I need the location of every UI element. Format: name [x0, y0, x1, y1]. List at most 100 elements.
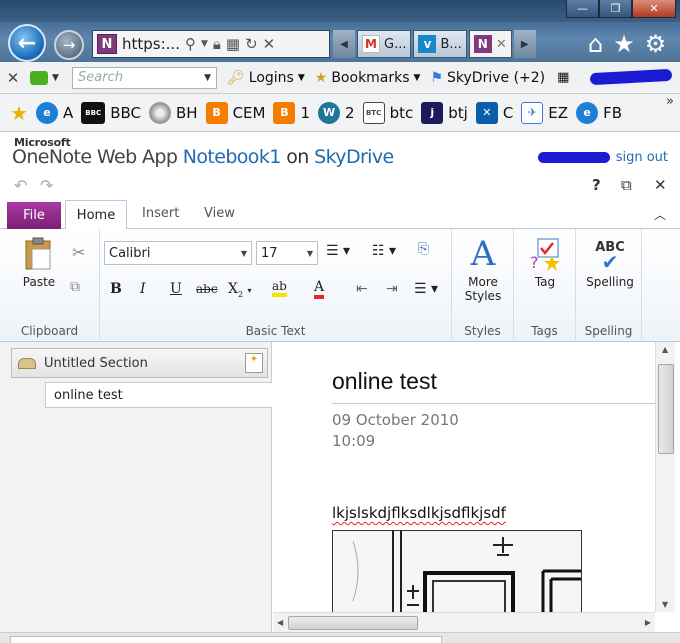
notebook-link[interactable]: Notebook1	[183, 146, 282, 168]
copy-icon[interactable]: ⧉	[70, 279, 80, 295]
dropdown-icon[interactable]: ▼	[201, 39, 208, 49]
calendar-icon[interactable]: ▦	[557, 70, 569, 85]
italic-icon[interactable]: I	[140, 281, 146, 297]
skydrive-link[interactable]: SkyDrive	[314, 146, 394, 168]
more-styles-button[interactable]: A More Styles	[458, 234, 508, 303]
favorite-item[interactable]: ✕ C	[475, 101, 513, 124]
favorite-item[interactable]: e FB	[576, 101, 622, 124]
favorites-star-icon[interactable]: ★	[613, 30, 635, 58]
popout-icon[interactable]: ⧉	[621, 176, 632, 194]
scroll-up-icon[interactable]: ▲	[662, 345, 668, 354]
numbering-icon[interactable]: ☷ ▾	[372, 243, 396, 259]
compat-view-icon[interactable]: ▦	[226, 35, 240, 53]
bold-icon[interactable]: B	[110, 281, 122, 297]
favorite-item[interactable]: B1	[273, 101, 310, 124]
close-window-button[interactable]: ✕	[632, 0, 676, 18]
address-text[interactable]: https:...	[122, 35, 180, 53]
page-canvas[interactable]: online test 09 October 2010 10:09 lkjsls…	[273, 342, 655, 632]
favorite-label: A	[62, 103, 74, 122]
close-toolbar-icon[interactable]: ✕	[0, 69, 26, 87]
tab-scroll-right-icon[interactable]: ▶	[513, 30, 536, 58]
paste-button[interactable]: Paste	[14, 237, 64, 289]
page-title[interactable]: online test	[332, 368, 437, 395]
increase-indent-icon[interactable]: ⇥	[386, 281, 398, 297]
page-time: 10:09	[332, 432, 376, 450]
sign-out-link[interactable]: sign out	[616, 150, 668, 165]
tab-file[interactable]: File	[7, 202, 61, 229]
styles-quick-icon[interactable]: ⎘	[418, 241, 429, 257]
tab-insert[interactable]: Insert	[142, 206, 179, 221]
cut-icon[interactable]: ✂	[72, 243, 85, 262]
forward-arrow-icon: →	[62, 36, 76, 54]
tab-home[interactable]: Home	[65, 200, 127, 230]
favorite-item[interactable]: ✈ EZ	[521, 101, 568, 124]
redo-icon[interactable]: ↷	[40, 176, 53, 195]
spelling-label: Spelling	[586, 275, 634, 289]
ribbon-tabs: File Home Insert View ︿	[0, 200, 680, 230]
close-icon[interactable]: ✕	[654, 176, 667, 194]
search-input[interactable]: Search ▼	[72, 66, 217, 89]
add-favorite-star-icon[interactable]: ★	[10, 101, 28, 125]
address-bar[interactable]: N https:... ⚲ ▼ 🔒︎ ▦ ↻ ✕	[92, 30, 330, 58]
tab-scroll-left-icon[interactable]: ◀	[333, 30, 355, 58]
scroll-right-icon[interactable]: ▶	[645, 618, 651, 627]
decrease-indent-icon[interactable]: ⇤	[356, 281, 368, 297]
favorite-item[interactable]: BTC btc	[362, 101, 413, 124]
chevron-down-icon[interactable]: ▼	[52, 73, 66, 83]
horizontal-scroll-thumb[interactable]	[288, 616, 418, 630]
home-icon[interactable]: ⌂	[588, 30, 603, 58]
font-color-icon[interactable]: A	[314, 279, 325, 299]
vertical-scrollbar[interactable]: ▲ ▼	[655, 342, 675, 612]
more-favorites-icon[interactable]: »	[666, 94, 674, 109]
search-icon[interactable]: ⚲	[185, 35, 196, 53]
tab-label: B...	[440, 36, 462, 52]
gear-icon[interactable]: ⚙	[645, 30, 667, 58]
page-body-text[interactable]: lkjslskdjflksdlkjsdflkjsdf	[332, 504, 506, 522]
forward-button[interactable]: →	[54, 30, 84, 60]
help-icon[interactable]: ?	[592, 176, 601, 194]
favorite-item[interactable]: B CEM	[205, 101, 265, 124]
minimize-button[interactable]: —	[566, 0, 599, 18]
horizontal-scrollbar[interactable]: ◀ ▶	[273, 612, 655, 632]
subscript-icon[interactable]: X2 ▾	[228, 281, 252, 299]
tab-close-icon[interactable]: ✕	[496, 37, 507, 52]
chevron-down-icon[interactable]: ▼	[204, 73, 211, 83]
stop-icon[interactable]: ✕	[263, 35, 276, 53]
undo-icon[interactable]: ↶	[14, 176, 27, 195]
logins-menu[interactable]: 🔑︎ Logins ▼	[227, 70, 305, 86]
refresh-icon[interactable]: ↻	[245, 35, 258, 53]
highlight-icon[interactable]: ab	[272, 279, 287, 297]
back-button[interactable]: ←	[8, 24, 46, 62]
maximize-button[interactable]: ❐	[599, 0, 632, 18]
favorite-item[interactable]: eA	[35, 101, 74, 124]
tab-gmail[interactable]: M G...	[357, 30, 412, 58]
font-size-select[interactable]: 17 ▼	[256, 241, 318, 265]
section-tab[interactable]: Untitled Section ✦	[11, 348, 268, 378]
collapse-ribbon-icon[interactable]: ︿	[654, 206, 666, 223]
favorite-item[interactable]: BBC BBC	[81, 101, 141, 124]
bookmarks-menu[interactable]: ★ Bookmarks ▼	[315, 70, 421, 86]
font-name-select[interactable]: Calibri ▼	[104, 241, 252, 265]
tab-blog[interactable]: v B...	[413, 30, 467, 58]
spelling-button[interactable]: ABC ✔ Spelling	[582, 237, 638, 290]
favorite-item[interactable]: W2	[318, 101, 355, 124]
page-list-item[interactable]: online test	[45, 382, 272, 408]
command-bar: ✕ ▼ Search ▼ 🔑︎ Logins ▼ ★ Bookmarks ▼ ⚑…	[0, 62, 680, 94]
underline-icon[interactable]: U	[170, 281, 182, 297]
new-page-icon[interactable]: ✦	[245, 353, 263, 373]
vertical-scroll-thumb[interactable]	[658, 364, 674, 454]
tab-onenote[interactable]: N ✕	[468, 30, 512, 58]
favorite-item[interactable]: j btj	[421, 101, 468, 124]
skydrive-menu[interactable]: ⚑ SkyDrive (+2)	[430, 70, 545, 86]
align-icon[interactable]: ☰ ▾	[414, 281, 438, 297]
tag-button[interactable]: ? Tag	[520, 237, 570, 289]
chevron-down-icon: ▼	[413, 72, 421, 83]
tab-view[interactable]: View	[204, 206, 235, 221]
toolbar-logo-icon[interactable]	[26, 68, 52, 88]
strikethrough-icon[interactable]: abc	[196, 282, 218, 296]
scroll-down-icon[interactable]: ▼	[662, 600, 668, 609]
favorite-item[interactable]: BH	[149, 101, 198, 124]
lock-icon[interactable]: 🔒︎	[213, 35, 221, 53]
bullets-icon[interactable]: ☰ ▾	[326, 243, 350, 259]
scroll-left-icon[interactable]: ◀	[277, 618, 283, 627]
